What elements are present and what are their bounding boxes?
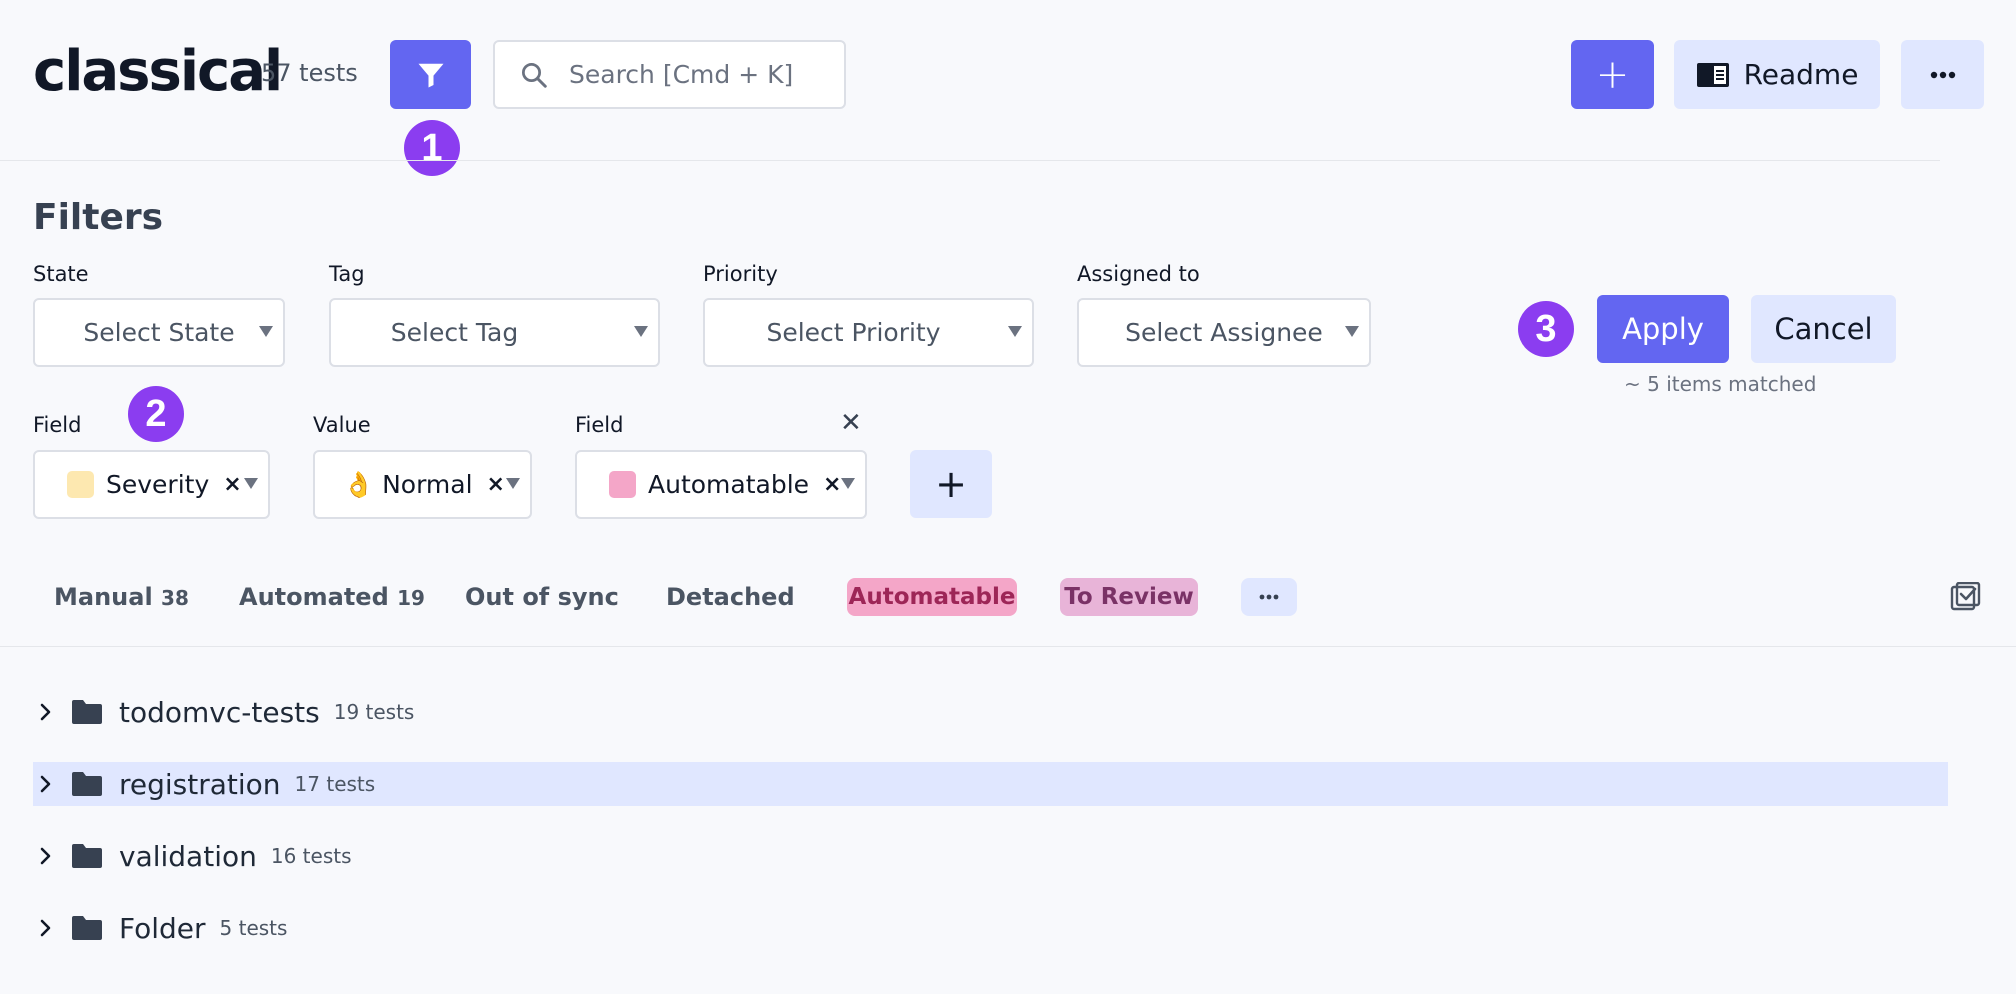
folder-icon <box>71 699 103 725</box>
book-icon <box>1696 62 1729 87</box>
folder-count: 19 tests <box>333 700 415 724</box>
tab-label: Automated <box>239 583 389 611</box>
folder-name: todomvc-tests <box>119 695 320 729</box>
folder-name: registration <box>119 767 281 801</box>
priority-label: Priority <box>703 262 778 286</box>
folder-icon <box>71 843 103 869</box>
assignee-select[interactable]: Select Assignee <box>1077 298 1371 367</box>
step-badge-3: 3 <box>1518 301 1574 357</box>
search-icon <box>522 62 547 88</box>
tab-label: Out of sync <box>465 583 619 611</box>
tab-count: 38 <box>161 586 189 610</box>
ellipsis-icon <box>1930 71 1955 78</box>
cancel-button[interactable]: Cancel <box>1751 295 1896 363</box>
value-select-normal[interactable]: 👌 Normal × <box>313 450 532 519</box>
folder-icon <box>71 771 103 797</box>
search-input[interactable]: Search [Cmd + K] <box>493 40 846 109</box>
folder-icon <box>71 915 103 941</box>
tab-count: 19 <box>397 586 425 610</box>
tag-select[interactable]: Select Tag <box>329 298 660 367</box>
chevron-down-icon <box>244 478 258 489</box>
state-label: State <box>33 262 89 286</box>
folder-name: validation <box>119 839 257 873</box>
assigned-label: Assigned to <box>1077 262 1200 286</box>
chip-to-review[interactable]: To Review <box>1060 578 1198 616</box>
tab-out-of-sync[interactable]: Out of sync <box>465 580 619 614</box>
priority-select[interactable]: Select Priority <box>703 298 1034 367</box>
step-badge-2: 2 <box>128 386 184 442</box>
field-label-2: Field <box>575 413 624 437</box>
assignee-placeholder: Select Assignee <box>1125 318 1323 347</box>
automatable-swatch <box>609 471 636 498</box>
chevron-right-icon[interactable] <box>35 919 57 937</box>
folder-row-folder[interactable]: Folder 5 tests <box>33 906 1948 950</box>
field-value: Severity <box>106 470 210 499</box>
project-test-count: 57 tests <box>261 59 358 87</box>
chevron-down-icon <box>1345 326 1359 337</box>
tab-label: Detached <box>666 583 795 611</box>
step-badge-1: 1 <box>404 120 460 176</box>
folder-count: 17 tests <box>294 772 376 796</box>
chevron-right-icon[interactable] <box>35 775 57 793</box>
value-label: Value <box>313 413 371 437</box>
field-value-2: Automatable <box>648 470 810 499</box>
add-filter-button[interactable]: + <box>910 450 992 518</box>
state-placeholder: Select State <box>83 318 235 347</box>
chevron-down-icon <box>259 326 273 337</box>
clear-field-button[interactable]: × <box>223 472 241 497</box>
chip-automatable[interactable]: Automatable <box>847 578 1017 616</box>
bulk-select-icon[interactable] <box>1950 581 1982 616</box>
tag-placeholder: Select Tag <box>390 318 519 347</box>
folder-count: 16 tests <box>270 844 352 868</box>
folder-row-registration[interactable]: registration 17 tests <box>33 762 1948 806</box>
folder-count: 5 tests <box>219 916 288 940</box>
folder-row-todomvc-tests[interactable]: todomvc-tests 19 tests <box>33 690 1948 734</box>
tabs-divider <box>0 646 2016 647</box>
chevron-right-icon[interactable] <box>35 847 57 865</box>
chevron-right-icon[interactable] <box>35 703 57 721</box>
readme-label: Readme <box>1743 58 1859 91</box>
field-select-severity[interactable]: Severity × <box>33 450 270 519</box>
chevron-down-icon <box>634 326 648 337</box>
apply-button[interactable]: Apply <box>1597 295 1729 363</box>
filter-icon <box>418 63 443 87</box>
filter-button[interactable] <box>390 40 471 109</box>
more-options-button[interactable] <box>1901 40 1984 109</box>
chevron-down-icon <box>506 478 520 489</box>
folder-name: Folder <box>119 911 206 945</box>
more-chips-button[interactable] <box>1241 578 1297 616</box>
ellipsis-icon <box>1259 594 1279 600</box>
tab-detached[interactable]: Detached <box>666 580 795 614</box>
filters-title: Filters <box>33 197 164 238</box>
remove-filter-icon[interactable]: ✕ <box>840 408 862 438</box>
search-placeholder: Search [Cmd + K] <box>569 60 794 89</box>
tab-manual[interactable]: Manual 38 <box>54 580 189 615</box>
folder-row-validation[interactable]: validation 16 tests <box>33 834 1948 878</box>
tag-label: Tag <box>329 262 365 286</box>
severity-swatch <box>67 471 94 498</box>
add-test-button[interactable]: + <box>1571 40 1654 109</box>
project-title: classical <box>33 39 283 104</box>
state-select[interactable]: Select State <box>33 298 285 367</box>
header-divider <box>0 160 1940 161</box>
clear-value-button[interactable]: × <box>487 472 505 497</box>
priority-placeholder: Select Priority <box>766 318 941 347</box>
field-label: Field <box>33 413 82 437</box>
field-select-automatable[interactable]: Automatable × <box>575 450 867 519</box>
chevron-down-icon <box>841 478 855 489</box>
matched-count: ~ 5 items matched <box>1624 372 1817 396</box>
readme-button[interactable]: Readme <box>1674 40 1880 109</box>
tab-label: Manual <box>54 583 153 611</box>
chevron-down-icon <box>1008 326 1022 337</box>
value-value: 👌 Normal <box>343 469 473 499</box>
clear-field-button-2[interactable]: × <box>823 472 841 497</box>
tab-automated[interactable]: Automated 19 <box>239 580 425 615</box>
